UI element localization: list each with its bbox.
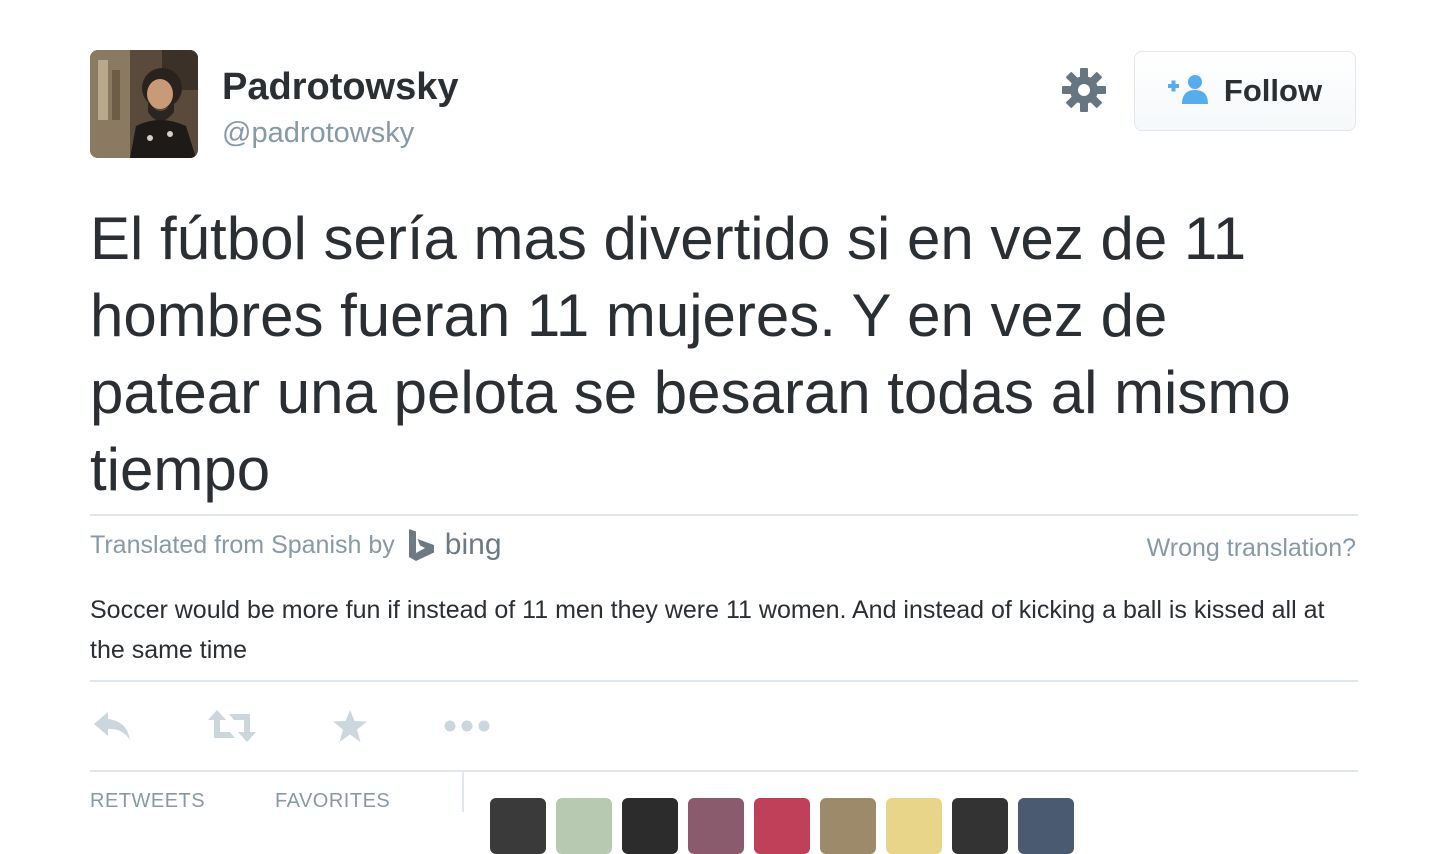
avatar[interactable] [556, 798, 612, 854]
translated-text: Soccer would be more fun if instead of 1… [90, 596, 1325, 664]
avatar[interactable] [820, 798, 876, 854]
bing-icon [408, 529, 434, 561]
user-screen-name[interactable]: @padrotowsky [222, 117, 414, 150]
favorite-icon[interactable] [332, 704, 368, 748]
favorites-stat-label[interactable]: FAVORITES [275, 790, 390, 813]
wrong-translation-link[interactable]: Wrong translation? [1147, 534, 1356, 563]
avatar[interactable] [688, 798, 744, 854]
divider [90, 680, 1358, 682]
avatar[interactable] [952, 798, 1008, 854]
bing-logo[interactable]: bing [407, 528, 502, 562]
tweet-text: El fútbol sería mas divertido si en vez … [90, 205, 1291, 503]
retweet-icon[interactable] [208, 704, 256, 748]
translation-attribution: Translated from Spanish by bing [90, 528, 502, 562]
retweets-stat-label[interactable]: RETWEETS [90, 790, 205, 813]
more-icon[interactable] [444, 704, 490, 748]
reply-icon[interactable] [92, 704, 132, 748]
favoriters-avatars [490, 798, 1074, 854]
avatar[interactable] [886, 798, 942, 854]
stats-divider [462, 772, 464, 812]
gear-icon[interactable] [1060, 66, 1108, 114]
avatar[interactable] [90, 50, 198, 158]
user-full-name[interactable]: Padrotowsky [222, 66, 459, 109]
follow-button-label: Follow [1223, 73, 1323, 108]
avatar[interactable] [490, 798, 546, 854]
follow-button[interactable]: Follow [1134, 51, 1356, 131]
translated-from-label: Translated from Spanish by [90, 530, 395, 559]
avatar[interactable] [622, 798, 678, 854]
bing-label: bing [444, 528, 502, 561]
avatar[interactable] [1018, 798, 1074, 854]
avatar[interactable] [754, 798, 810, 854]
divider [90, 514, 1358, 516]
divider [90, 770, 1358, 772]
add-user-icon [1167, 74, 1210, 109]
